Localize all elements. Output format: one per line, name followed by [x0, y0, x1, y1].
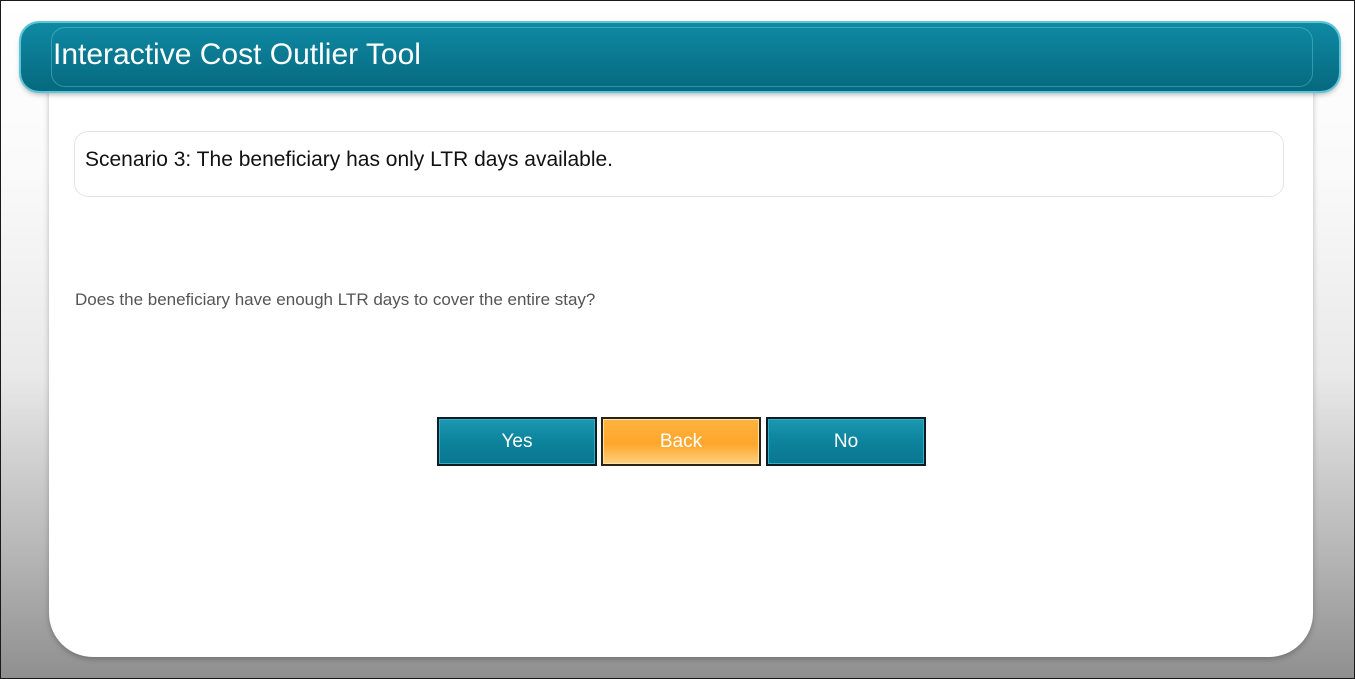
scenario-box: Scenario 3: The beneficiary has only LTR… — [74, 131, 1284, 197]
page-title: Interactive Cost Outlier Tool — [53, 38, 421, 71]
window-frame: Interactive Cost Outlier Tool Scenario 3… — [0, 0, 1355, 679]
yes-button[interactable]: Yes — [437, 417, 597, 466]
back-button[interactable]: Back — [601, 417, 761, 466]
title-bar: Interactive Cost Outlier Tool — [21, 23, 1339, 91]
question-text: Does the beneficiary have enough LTR day… — [75, 290, 596, 309]
scenario-text: Scenario 3: The beneficiary has only LTR… — [85, 148, 614, 171]
no-button[interactable]: No — [766, 417, 926, 466]
